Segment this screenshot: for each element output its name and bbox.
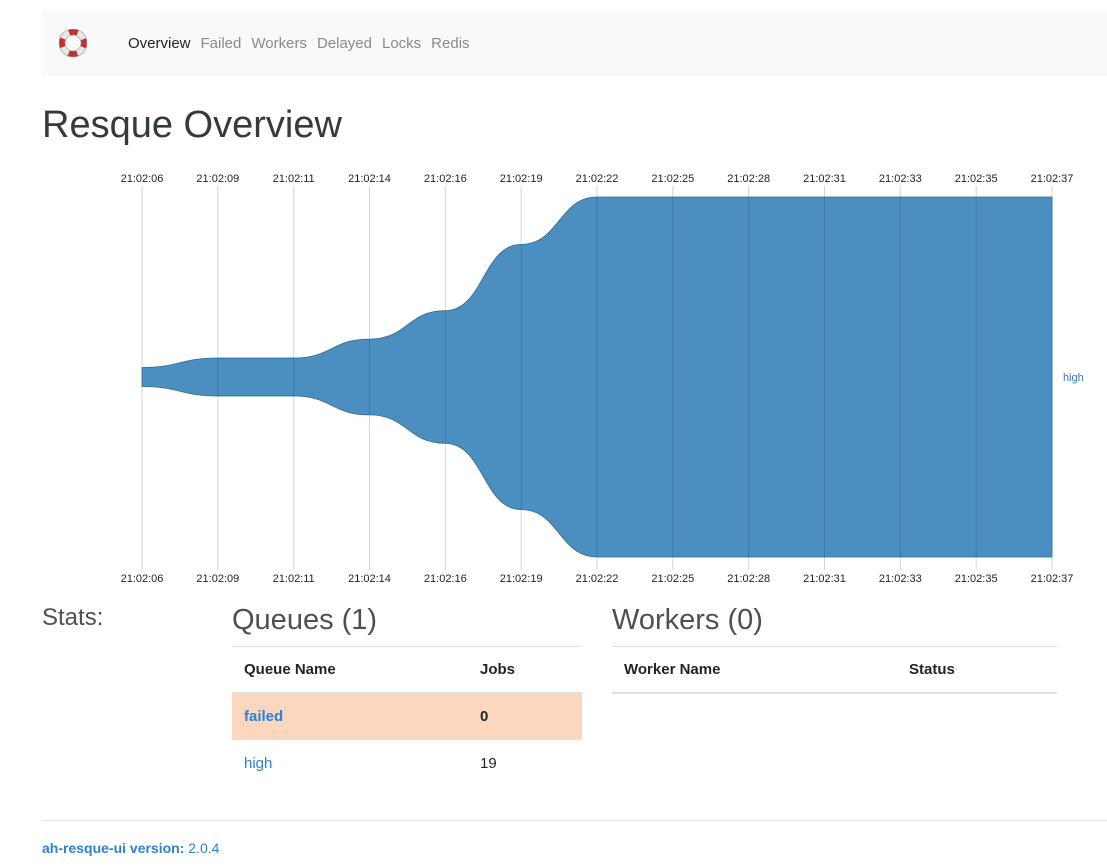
- x-tick-label-bottom: 21:02:06: [121, 573, 164, 585]
- queue-name-header: Queue Name: [232, 646, 468, 694]
- queues-table: Queue Name Jobs failed 0 high 19: [232, 646, 582, 787]
- x-tick-label-bottom: 21:02:14: [348, 573, 391, 585]
- x-tick-label-top: 21:02:37: [1031, 173, 1074, 185]
- queue-link-high[interactable]: high: [244, 755, 272, 772]
- x-tick-label-top: 21:02:11: [273, 173, 315, 185]
- x-tick-label-top: 21:02:33: [879, 173, 922, 185]
- queue-row-failed: failed 0: [232, 692, 582, 740]
- queue-jobs-high: 19: [480, 754, 497, 772]
- status-header: Status: [897, 646, 1057, 694]
- x-tick-label-bottom: 21:02:19: [500, 573, 543, 585]
- nav-failed[interactable]: Failed: [201, 35, 242, 52]
- x-tick-label-bottom: 21:02:37: [1031, 573, 1074, 585]
- footer-divider: [42, 820, 1107, 821]
- x-tick-label-top: 21:02:06: [121, 173, 164, 185]
- worker-name-header: Worker Name: [612, 646, 897, 694]
- lifebuoy-icon[interactable]: [59, 29, 87, 57]
- workers-title: Workers (0): [612, 604, 763, 636]
- x-tick-label-bottom: 21:02:33: [879, 573, 922, 585]
- nav-links: Overview Failed Workers Delayed Locks Re…: [128, 10, 480, 76]
- x-tick-label-top: 21:02:31: [803, 173, 846, 185]
- jobs-header: Jobs: [468, 646, 582, 694]
- x-tick-label-bottom: 21:02:11: [273, 573, 315, 585]
- x-tick-label-bottom: 21:02:35: [955, 573, 998, 585]
- x-tick-label-bottom: 21:02:22: [576, 573, 619, 585]
- x-tick-label-top: 21:02:09: [196, 173, 239, 185]
- stats-label: Stats:: [42, 604, 104, 631]
- x-tick-label-top: 21:02:19: [500, 173, 543, 185]
- nav-redis[interactable]: Redis: [431, 35, 469, 52]
- x-tick-label-top: 21:02:14: [348, 173, 391, 185]
- workers-table: Worker Name Status: [612, 646, 1057, 694]
- queues-title: Queues (1): [232, 604, 378, 636]
- x-tick-label-top: 21:02:16: [424, 173, 467, 185]
- nav-workers[interactable]: Workers: [251, 35, 307, 52]
- nav-overview[interactable]: Overview: [128, 35, 191, 52]
- version-label: ah-resque-ui version:: [42, 840, 185, 856]
- version-value: 2.0.4: [188, 840, 220, 856]
- x-tick-label-top: 21:02:25: [651, 173, 694, 185]
- x-tick-label-top: 21:02:22: [576, 173, 619, 185]
- queue-jobs-failed: 0: [468, 692, 582, 740]
- page-title: Resque Overview: [42, 104, 342, 146]
- x-tick-label-bottom: 21:02:25: [651, 573, 694, 585]
- x-tick-label-bottom: 21:02:09: [196, 573, 239, 585]
- series-label-high[interactable]: high: [1063, 372, 1084, 384]
- nav-locks[interactable]: Locks: [382, 35, 421, 52]
- queue-streamgraph: 21:02:06 21:02:06 21:02:09 21:02:09 21:02:11…: [121, 173, 1084, 585]
- nav-delayed[interactable]: Delayed: [317, 35, 372, 52]
- x-tick-label-bottom: 21:02:16: [424, 573, 467, 585]
- version-line: ah-resque-ui version: 2.0.4: [42, 840, 219, 856]
- navbar: Overview Failed Workers Delayed Locks Re…: [42, 10, 1107, 76]
- x-tick-label-bottom: 21:02:31: [803, 573, 846, 585]
- x-tick-label-bottom: 21:02:28: [727, 573, 770, 585]
- x-tick-label-top: 21:02:28: [727, 173, 770, 185]
- queue-link-failed[interactable]: failed: [244, 708, 283, 725]
- queue-row-high: high 19: [232, 740, 582, 787]
- x-tick-label-top: 21:02:35: [955, 173, 998, 185]
